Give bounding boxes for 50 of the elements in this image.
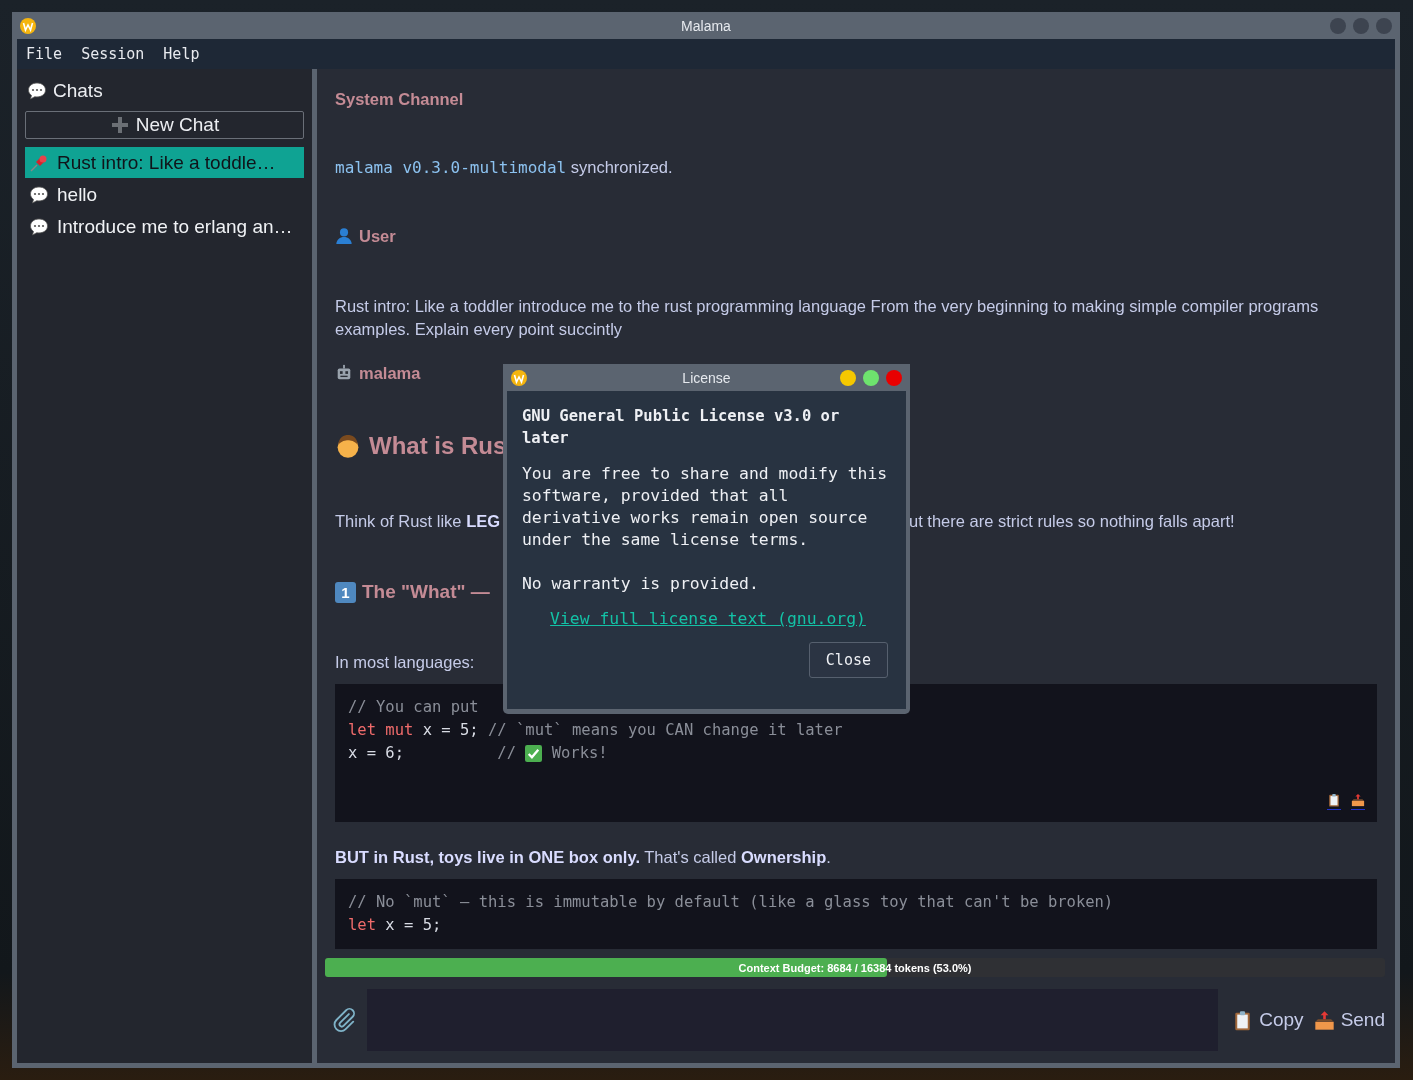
plus-icon: [109, 115, 130, 135]
code-line: x = 6; // Works!: [348, 743, 609, 764]
new-chat-button[interactable]: New Chat: [25, 111, 304, 139]
message-paragraph: ut there are strict rules so nothing falls apart!: [909, 511, 1235, 532]
sender-name: User: [359, 226, 396, 246]
message-paragraph: Rust intro: Like a toddler introduce me to the rust programming language From the very beginning to making simple compiler programs examples. Explain every point succintly: [335, 296, 1320, 340]
warranty-note: No warranty is provided.: [522, 573, 760, 595]
check-mark-icon: [525, 745, 543, 762]
copy-button[interactable]: Copy: [1232, 1009, 1304, 1031]
robot-icon: [335, 364, 353, 382]
outbox-tray-icon[interactable]: [1351, 793, 1365, 810]
speech-bubble-icon: [29, 184, 49, 205]
number-keycap-icon: 1: [335, 581, 356, 603]
chat-list-item[interactable]: hello: [25, 179, 304, 210]
sidebar-title: Chats: [53, 80, 103, 102]
clipboard-icon[interactable]: [1327, 793, 1341, 810]
maximize-button[interactable]: [863, 369, 879, 386]
license-name: GNU General Public License v3.0 or later: [522, 406, 841, 449]
speech-bubble-icon: [29, 216, 49, 237]
dialog-title: License: [682, 369, 731, 386]
message-paragraph: BUT in Rust, toys live in ONE box only. That's called Ownership.: [335, 847, 831, 868]
send-button[interactable]: Send: [1313, 1009, 1385, 1031]
sender-name: System Channel: [335, 89, 464, 109]
license-text: You are free to share and modify this software, provided that all derivative works remain open source under the same license terms.: [522, 463, 889, 551]
message-paragraph: In most languages:: [335, 652, 475, 673]
menu-item[interactable]: Session: [81, 45, 145, 63]
license-link[interactable]: View full license text (gnu.org): [550, 609, 866, 628]
message-heading: What is Rus: [369, 432, 507, 460]
speech-bubble-icon: [27, 81, 47, 101]
outbox-tray-icon: [1313, 1009, 1335, 1031]
app-logo-icon: [20, 17, 36, 34]
paperclip-icon[interactable]: [331, 1007, 357, 1033]
chat-list-item[interactable]: Rust intro: Like a toddle…: [25, 147, 304, 178]
chat-list-item[interactable]: Introduce me to erlang an…: [25, 211, 304, 242]
app-logo-icon: [511, 369, 527, 386]
close-dialog-button[interactable]: Close: [808, 642, 888, 678]
code-line: let mut x = 5; // `mut` means you CAN change it later: [348, 720, 844, 741]
code-line: // No `mut` — this is immutable by default (like a glass toy that can't be broken): [348, 892, 1115, 913]
menu-item[interactable]: File: [26, 45, 63, 63]
child-icon: [335, 433, 361, 459]
menu-item[interactable]: Help: [163, 45, 200, 63]
person-icon: [335, 227, 353, 245]
window-title: Malama: [681, 17, 731, 34]
sender-name: malama: [359, 363, 421, 383]
code-line: let x = 5;: [348, 915, 443, 936]
message-subheading: The "What" —: [362, 581, 490, 603]
status-message: malama v0.3.0-multimodal synchronized.: [335, 158, 674, 177]
minimize-button[interactable]: [840, 369, 856, 386]
code-line: // You can put: [348, 697, 480, 718]
message-paragraph: Think of Rust like LEG: [335, 511, 501, 532]
